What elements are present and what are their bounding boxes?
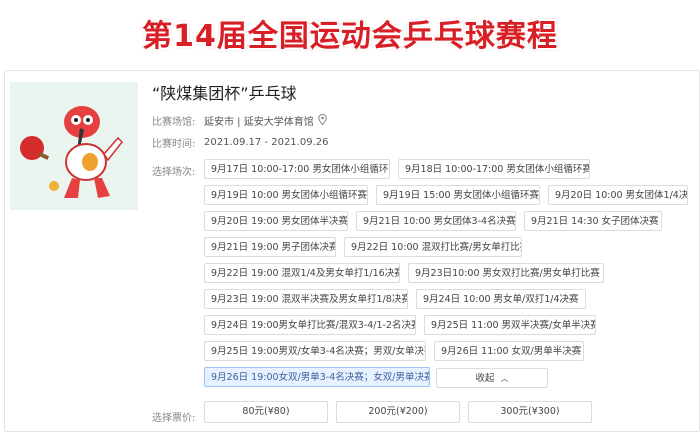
session-option[interactable]: 9月21日 14:30 女子团体决赛	[524, 211, 662, 231]
session-option[interactable]: 9月25日 19:00男双/女单3-4名决赛；男双/女单决赛	[204, 341, 426, 361]
header-banner: 第14届全国运动会乒乓球赛程	[0, 0, 700, 66]
session-option[interactable]: 9月24日 19:00男女单打比赛/混双3-4/1-2名决赛	[204, 315, 416, 335]
session-option[interactable]: 9月23日 19:00 混双半决赛及男女单打1/8决赛	[204, 289, 408, 309]
venue-label: 比赛场馆:	[152, 117, 196, 128]
venue-row: 比赛场馆: 延安市 | 延安大学体育馆	[152, 113, 327, 128]
session-option[interactable]: 9月19日 10:00 男女团体小组循环赛	[204, 185, 368, 205]
time-label: 比赛时间:	[152, 139, 196, 150]
session-option-selected[interactable]: 9月26日 19:00女双/男单3-4名决赛；女双/男单决赛	[204, 367, 430, 387]
chevron-up-icon: ︿	[500, 374, 509, 383]
banner-title: 第14届全国运动会乒乓球赛程	[142, 19, 558, 54]
location-pin-icon[interactable]	[318, 113, 327, 128]
price-label: 选择票价:	[152, 413, 196, 424]
collapse-button[interactable]: 收起 ︿	[436, 368, 548, 388]
session-option[interactable]: 9月18日 10:00-17:00 男女团体小组循环赛	[398, 159, 590, 179]
time-row: 比赛时间: 2021.09.17 - 2021.09.26	[152, 135, 328, 150]
session-option[interactable]: 9月20日 19:00 男女团体半决赛	[204, 211, 348, 231]
session-option[interactable]: 9月20日 10:00 男女团体1/4决赛	[548, 185, 688, 205]
session-option[interactable]: 9月22日 10:00 混双打比赛/男女单打比赛	[344, 237, 522, 257]
session-label: 选择场次:	[152, 167, 196, 178]
session-option[interactable]: 9月23日10:00 男女双打比赛/男女单打比赛	[408, 263, 604, 283]
mascot-image	[10, 82, 138, 210]
session-option[interactable]: 9月26日 11:00 女双/男单半决赛	[434, 341, 584, 361]
time-value: 2021.09.17 - 2021.09.26	[204, 137, 329, 148]
session-option[interactable]: 9月22日 19:00 混双1/4及男女单打1/16决赛	[204, 263, 400, 283]
session-option[interactable]: 9月21日 19:00 男子团体决赛	[204, 237, 336, 257]
session-option[interactable]: 9月25日 11:00 男双半决赛/女单半决赛	[424, 315, 596, 335]
event-title: “陕煤集团杯”乒乓球	[152, 84, 297, 103]
session-option[interactable]: 9月19日 15:00 男女团体小组循环赛	[376, 185, 540, 205]
venue-value: 延安市 | 延安大学体育馆	[204, 117, 314, 128]
session-option[interactable]: 9月24日 10:00 男女单/双打1/4决赛	[416, 289, 586, 309]
session-option[interactable]: 9月21日 10:00 男女团体3-4名决赛	[356, 211, 516, 231]
session-option[interactable]: 9月17日 10:00-17:00 男女团体小组循环赛	[204, 159, 390, 179]
collapse-label: 收起	[475, 373, 495, 384]
